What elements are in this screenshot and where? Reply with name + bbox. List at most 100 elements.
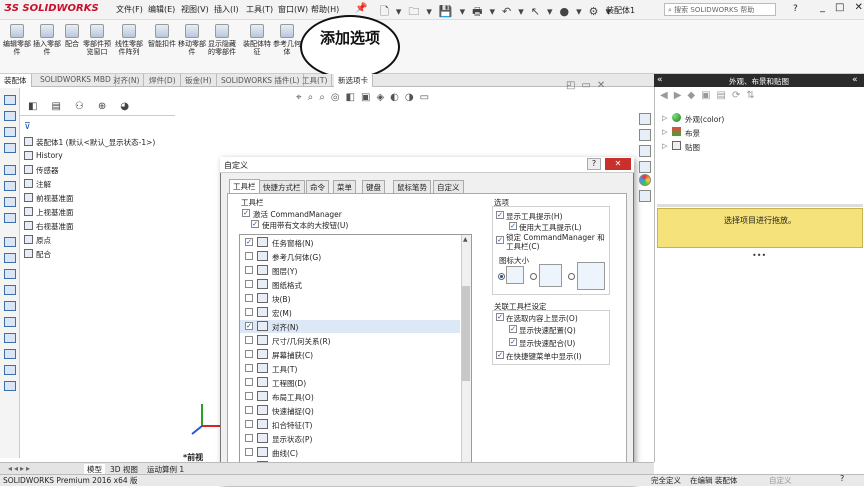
toolbar-list-item[interactable]: 宏(M) — [240, 306, 460, 319]
toolbar-item-checkbox[interactable] — [245, 308, 253, 316]
tree-item-annotations[interactable]: 注解 — [36, 179, 51, 190]
menu-insert[interactable]: 插入(I) — [214, 4, 239, 15]
show-in-selection-checkbox[interactable]: ✓ — [496, 313, 504, 321]
search-input[interactable]: ⌕ 搜索 SOLIDWORKS 帮助 — [664, 3, 776, 16]
toolbar-list-item[interactable]: 扣合特征(T) — [240, 418, 460, 431]
toolbar-list-item[interactable]: 显示状态(P) — [240, 432, 460, 445]
toolbar-item-checkbox[interactable] — [245, 378, 253, 386]
toolbar-list-item[interactable]: 快速捕捉(Q) — [240, 404, 460, 417]
tab-align[interactable]: 对齐(N) — [109, 74, 145, 87]
toolbar-icon-9[interactable] — [4, 237, 16, 247]
menu-help[interactable]: 帮助(H) — [311, 4, 339, 15]
toolbar-item-checkbox[interactable]: ✓ — [245, 322, 253, 330]
toolbar-list-item[interactable]: 尺寸/几何关系(R) — [240, 334, 460, 347]
toolbar-icon-2[interactable] — [4, 111, 16, 121]
preview-window-button[interactable]: 零部件预览窗口 — [80, 24, 114, 72]
show-tooltips-checkbox[interactable]: ✓ — [496, 211, 504, 219]
custom-properties-icon[interactable] — [639, 190, 651, 202]
activate-cm-checkbox[interactable]: ✓ — [242, 209, 250, 217]
reference-geometry-button[interactable]: 参考几何体 — [270, 24, 304, 72]
toolbar-list-item[interactable]: 布局工具(O) — [240, 390, 460, 403]
quick-mate-checkbox[interactable]: ✓ — [509, 338, 517, 346]
large-tooltips-checkbox[interactable]: ✓ — [509, 222, 517, 230]
tree-item-sensors[interactable]: 传感器 — [36, 165, 59, 176]
toolbar-icon-13[interactable] — [4, 301, 16, 311]
quick-config-checkbox[interactable]: ✓ — [509, 325, 517, 333]
icon-size-small-radio[interactable] — [498, 273, 505, 280]
tree-item-appearance[interactable]: 外观(color) — [685, 114, 724, 125]
home-icon[interactable] — [639, 113, 651, 125]
toolbar-list-item[interactable]: 块(B) — [240, 292, 460, 305]
toolbar-icon-17[interactable] — [4, 365, 16, 375]
tree-item-scene[interactable]: 布景 — [685, 128, 700, 139]
graphics-window-controls[interactable]: ◰▭✕ — [566, 80, 611, 91]
appearances-icon[interactable] — [639, 174, 651, 186]
status-custom[interactable]: 自定义 — [769, 475, 792, 486]
toolbar-icon-4[interactable] — [4, 143, 16, 153]
pane-splitter[interactable] — [657, 204, 863, 207]
tree-item-history[interactable]: History — [36, 151, 63, 160]
toolbar-list-item[interactable]: 图层(Y) — [240, 264, 460, 277]
design-library-icon[interactable] — [639, 145, 651, 157]
toolbar-item-checkbox[interactable] — [245, 392, 253, 400]
tab-weldments[interactable]: 焊件(D) — [145, 74, 181, 87]
expand-scene-icon[interactable]: ▷ — [662, 128, 667, 136]
smart-fastener-button[interactable]: 智能扣件 — [145, 24, 179, 72]
toolbar-icon-5[interactable] — [4, 165, 16, 175]
toolbar-list-item[interactable]: 参考几何体(G) — [240, 250, 460, 263]
menu-tools[interactable]: 工具(T) — [246, 4, 273, 15]
menu-view[interactable]: 视图(V) — [181, 4, 209, 15]
status-help-icon[interactable]: ? — [840, 474, 844, 483]
toolbar-icon-11[interactable] — [4, 269, 16, 279]
dialog-tab-toolbars[interactable]: 工具栏 — [229, 179, 260, 194]
lock-cm-checkbox[interactable]: ✓ — [496, 236, 504, 244]
tab-addins[interactable]: SOLIDWORKS 插件(L) — [217, 74, 305, 87]
toolbar-item-checkbox[interactable]: ✓ — [245, 238, 253, 246]
menu-file[interactable]: 文件(F) — [116, 4, 143, 15]
toolbar-icon-1[interactable] — [4, 95, 16, 105]
tab-assembly[interactable]: 装配体 — [0, 74, 32, 87]
toolbar-icon-8[interactable] — [4, 213, 16, 223]
toolbar-list-item[interactable]: ✓ 对齐(N) — [240, 320, 460, 333]
tab-scroll-arrows[interactable]: ◂◂▸▸ — [8, 464, 32, 473]
tab-tools[interactable]: 工具(T) — [298, 74, 333, 87]
toolbar-item-checkbox[interactable] — [245, 336, 253, 344]
expand-appearance-icon[interactable]: ▷ — [662, 114, 667, 122]
toolbar-item-checkbox[interactable] — [245, 350, 253, 358]
icon-size-large-radio[interactable] — [568, 273, 575, 280]
tab-sheet-metal[interactable]: 钣金(H) — [181, 74, 217, 87]
menu-window[interactable]: 窗口(W) — [278, 4, 308, 15]
dialog-tab-commands[interactable]: 命令 — [306, 180, 329, 193]
dialog-tab-customization[interactable]: 自定义 — [433, 180, 464, 193]
toolbar-item-checkbox[interactable] — [245, 280, 253, 288]
toolbar-icon-6[interactable] — [4, 181, 16, 191]
toolbar-item-checkbox[interactable] — [245, 266, 253, 274]
dialog-tab-mouse-gestures[interactable]: 鼠标笔势 — [393, 180, 431, 193]
splitter-grip-icon[interactable]: ••• — [752, 251, 766, 260]
toolbar-icon-18[interactable] — [4, 381, 16, 391]
linear-pattern-button[interactable]: 线性零部件阵列 — [112, 24, 146, 72]
toolbar-icon-3[interactable] — [4, 127, 16, 137]
dialog-help-button[interactable]: ? — [587, 158, 601, 170]
shortcut-menu-checkbox[interactable]: ✓ — [496, 351, 504, 359]
toolbar-list-item[interactable]: 图纸格式 — [240, 278, 460, 291]
tree-item-top-plane[interactable]: 上视基准面 — [36, 207, 74, 218]
dialog-tab-shortcut-bars[interactable]: 快捷方式栏 — [259, 180, 305, 193]
expand-pane-icon[interactable]: « — [852, 75, 858, 85]
tree-panel-tabs[interactable]: ◧▤⚇⊕◕ — [20, 101, 175, 116]
assembly-feature-button[interactable]: 装配体特征 — [240, 24, 274, 72]
filter-icon[interactable]: ⊽ — [24, 122, 31, 132]
toolbar-icon-16[interactable] — [4, 349, 16, 359]
tree-root[interactable]: 装配体1 (默认<默认_显示状态-1>) — [36, 137, 155, 148]
toolbar-item-checkbox[interactable] — [245, 420, 253, 428]
heads-up-view-toolbar[interactable]: ⌖⌕⌕◎◧▣◈◐◑▭ — [296, 92, 435, 103]
task-pane-nav-icons[interactable]: ◀▶◆▣▤⟳⇅ — [660, 90, 761, 101]
collapse-pane-icon[interactable]: « — [657, 75, 663, 85]
toolbar-item-checkbox[interactable] — [245, 434, 253, 442]
scrollbar-thumb[interactable] — [462, 286, 470, 381]
toolbar-item-checkbox[interactable] — [245, 252, 253, 260]
tree-item-decals[interactable]: 贴图 — [685, 142, 700, 153]
toolbar-icon-12[interactable] — [4, 285, 16, 295]
toolbar-item-checkbox[interactable] — [245, 448, 253, 456]
tree-item-right-plane[interactable]: 右视基准面 — [36, 221, 74, 232]
